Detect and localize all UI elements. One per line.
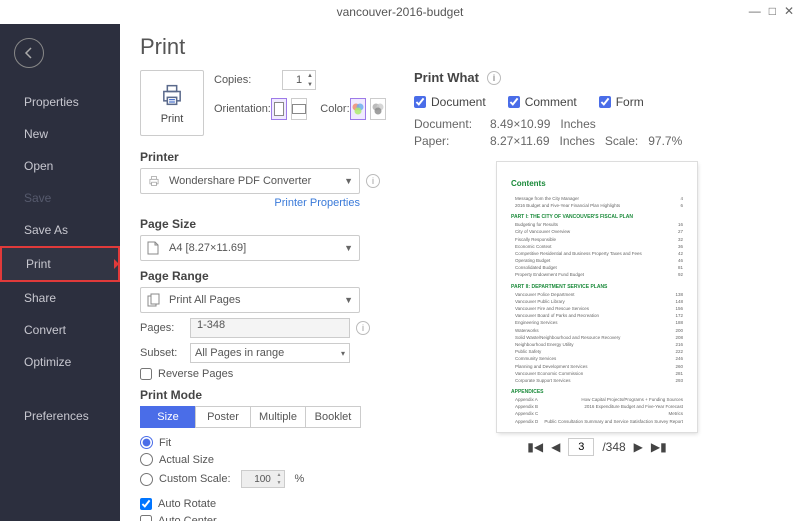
printer-section-label: Printer <box>140 150 390 164</box>
next-page-button[interactable]: ▶ <box>634 440 643 454</box>
copies-up[interactable]: ▲ <box>305 71 315 80</box>
pagesize-value: A4 [8.27×11.69] <box>169 242 344 254</box>
scale-value: 97.7% <box>648 134 682 148</box>
page-total: /348 <box>602 440 625 454</box>
sidebar-item-properties[interactable]: Properties <box>0 86 120 118</box>
chevron-down-icon: ▾ <box>341 349 345 358</box>
first-page-button[interactable]: ▮◀ <box>527 440 543 454</box>
check-form[interactable]: Form <box>599 95 644 109</box>
print-card-label: Print <box>161 113 184 125</box>
page-preview: Contents Message from the City Manager4 … <box>497 162 697 432</box>
pages-info-icon[interactable]: i <box>356 321 370 335</box>
radio-fit[interactable]: Fit <box>140 436 390 449</box>
auto-rotate-label: Auto Rotate <box>158 498 216 510</box>
pages-input[interactable]: 1-348 <box>190 318 350 338</box>
pages-label: Pages: <box>140 322 190 334</box>
reverse-pages-check[interactable]: Reverse Pages <box>140 368 390 380</box>
pagesize-label: Page Size <box>140 217 390 231</box>
copies-value: 1 <box>296 74 302 86</box>
copies-input[interactable]: 1 ▲▼ <box>282 70 316 90</box>
prev-page-button[interactable]: ◀ <box>551 440 560 454</box>
radio-actual[interactable]: Actual Size <box>140 453 390 466</box>
printmode-label: Print Mode <box>140 388 390 402</box>
pagesize-dropdown[interactable]: A4 [8.27×11.69] ▼ <box>140 235 360 261</box>
subset-label: Subset: <box>140 347 190 359</box>
orientation-landscape[interactable] <box>291 98 307 120</box>
color-label: Color: <box>320 103 349 115</box>
sidebar-item-convert[interactable]: Convert <box>0 314 120 346</box>
printer-info-icon[interactable]: i <box>366 174 380 188</box>
sidebar-item-save: Save <box>0 182 120 214</box>
copies-label: Copies: <box>214 74 282 86</box>
pagerange-value: Print All Pages <box>169 294 344 306</box>
sidebar: Properties New Open Save Save As Print S… <box>0 24 120 521</box>
landscape-icon <box>292 104 306 114</box>
sidebar-item-new[interactable]: New <box>0 118 120 150</box>
copies-down[interactable]: ▼ <box>305 80 315 89</box>
docdim-label: Document: <box>414 117 480 131</box>
pages-icon <box>147 293 163 307</box>
back-button[interactable] <box>14 38 44 68</box>
printer-icon <box>158 81 186 109</box>
printwhat-info-icon[interactable]: i <box>487 71 501 85</box>
mode-multiple[interactable]: Multiple <box>250 406 306 428</box>
sidebar-item-open[interactable]: Open <box>0 150 120 182</box>
mode-size[interactable]: Size <box>140 406 196 428</box>
mode-booklet[interactable]: Booklet <box>305 406 361 428</box>
printwhat-label: Print What <box>414 70 479 85</box>
orientation-label: Orientation: <box>214 103 271 115</box>
scale-label: Scale: <box>605 134 638 148</box>
chevron-down-icon: ▼ <box>344 243 353 253</box>
auto-center-label: Auto Center <box>158 515 217 521</box>
subset-value: All Pages in range <box>195 347 341 359</box>
reverse-label: Reverse Pages <box>158 368 233 380</box>
sidebar-item-save-as[interactable]: Save As <box>0 214 120 246</box>
printer-dd-icon <box>147 174 163 188</box>
sidebar-item-optimize[interactable]: Optimize <box>0 346 120 378</box>
sidebar-item-share[interactable]: Share <box>0 282 120 314</box>
custom-scale-input[interactable]: 100▲▼ <box>241 470 285 488</box>
printer-value: Wondershare PDF Converter <box>169 175 344 187</box>
check-document[interactable]: Document <box>414 95 486 109</box>
auto-rotate-check[interactable]: Auto Rotate <box>140 498 390 510</box>
window-title: vancouver-2016-budget <box>337 5 464 19</box>
chevron-down-icon: ▼ <box>344 176 353 186</box>
sidebar-item-preferences[interactable]: Preferences <box>0 400 120 432</box>
subset-dropdown[interactable]: All Pages in range▾ <box>190 343 350 363</box>
minimize-button[interactable]: — <box>749 4 761 18</box>
color-mode-color[interactable] <box>350 98 366 120</box>
pagerange-label: Page Range <box>140 269 390 283</box>
page-number-input[interactable] <box>568 438 594 456</box>
chevron-down-icon: ▼ <box>344 295 353 305</box>
close-button[interactable]: ✕ <box>784 4 794 18</box>
orientation-portrait[interactable] <box>271 98 287 120</box>
docdim-unit: Inches <box>560 117 595 131</box>
paperdim-value: 8.27×11.69 <box>490 134 550 148</box>
printer-properties-link[interactable]: Printer Properties <box>140 197 360 209</box>
paperdim-unit: Inches <box>560 134 595 148</box>
pagerange-dropdown[interactable]: Print All Pages ▼ <box>140 287 360 313</box>
page-title: Print <box>140 34 780 60</box>
check-comment[interactable]: Comment <box>508 95 577 109</box>
radio-custom[interactable]: Custom Scale: 100▲▼ % <box>140 470 390 488</box>
color-mode-gray[interactable] <box>370 98 386 120</box>
color-icon <box>351 102 365 116</box>
paperdim-label: Paper: <box>414 134 480 148</box>
page-icon <box>147 241 163 255</box>
gray-icon <box>371 102 385 116</box>
mode-poster[interactable]: Poster <box>195 406 251 428</box>
auto-center-check[interactable]: Auto Center <box>140 515 390 521</box>
docdim-value: 8.49×10.99 <box>490 117 550 131</box>
print-card[interactable]: Print <box>140 70 204 136</box>
last-page-button[interactable]: ▶▮ <box>651 440 667 454</box>
maximize-button[interactable]: □ <box>769 4 776 18</box>
printer-dropdown[interactable]: Wondershare PDF Converter ▼ <box>140 168 360 194</box>
sidebar-item-print[interactable]: Print <box>0 246 120 282</box>
portrait-icon <box>274 102 284 116</box>
